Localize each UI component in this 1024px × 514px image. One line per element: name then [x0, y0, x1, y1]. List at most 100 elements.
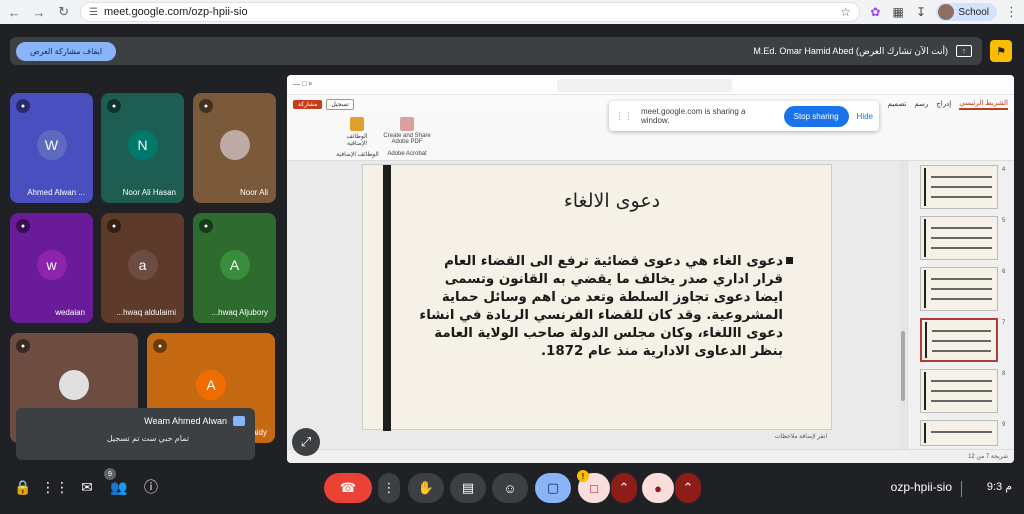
addins-icon	[350, 117, 364, 131]
forward-icon[interactable]: →	[31, 3, 48, 21]
site-info-icon[interactable]: ☰	[89, 7, 98, 18]
present-screen-button[interactable]: ▢	[535, 473, 571, 503]
stop-sharing-button[interactable]: Stop sharing	[783, 105, 849, 127]
presenter-text: M.Ed. Omar Hamid Abed (أنت الآن تشارك ال…	[753, 45, 948, 56]
slide-scrollbar-thumb[interactable]	[901, 331, 905, 401]
thumb-line	[931, 288, 992, 290]
notes-hint[interactable]: انقر لإضافة ملاحظات	[287, 430, 877, 444]
ppt-share-button[interactable]: مشاركة	[293, 99, 323, 109]
slide-counter: شريحة 7 من 12	[968, 454, 1008, 460]
participant-avatar: A	[196, 370, 226, 400]
participant-tile[interactable]: ● N Noor Ali Hasan	[101, 93, 184, 203]
leave-call-button[interactable]: ☎	[324, 473, 372, 503]
thumbnail-number: 4	[1002, 167, 1006, 173]
drag-handle-icon[interactable]: ⋮⋮	[615, 111, 633, 122]
slide-thumbnail[interactable]	[920, 369, 998, 413]
sharing-message: meet.google.com is sharing a window.	[641, 107, 746, 125]
slide-scrollbar[interactable]	[900, 161, 906, 449]
addins-button[interactable]: الوظائف الإضافية	[337, 117, 377, 147]
slide-thumbnails: 4 5 6 7 8 9	[907, 161, 1014, 449]
toast-message: تمام حبي ست تم تسجيل	[106, 434, 189, 443]
thumb-bar	[924, 219, 926, 257]
browser-menu-icon[interactable]: ⋮	[1005, 4, 1018, 20]
meet-controls: 🔒 ⋮⋮ ✉ 👥 9 ⓘ ☎ ⋮ ✋ ▤ ☺ ▢ □ ⌃ ● ⌃ ozp-hpi…	[0, 468, 1024, 514]
tab-design[interactable]: تصميم	[888, 100, 907, 108]
profile-avatar	[938, 4, 955, 20]
thumb-line	[931, 390, 992, 392]
thumbnail-number: 8	[1002, 371, 1006, 377]
thumb-line	[931, 186, 992, 188]
shared-screen: — □ × مشاركة تسجيل تصميم رسم إدراج الشري…	[287, 75, 1014, 463]
tab-insert[interactable]: إدراج	[936, 100, 951, 108]
slide-bullet	[786, 257, 793, 264]
people-count-badge: 9	[104, 468, 116, 480]
expand-icon[interactable]: ⤢	[292, 428, 320, 456]
participant-tile[interactable]: ● a ...hwaq aldulaimi	[101, 213, 184, 323]
chat-icon[interactable]: ✉	[76, 476, 98, 498]
adobe-pdf-button[interactable]: Create and Share Adobe PDF	[382, 117, 432, 145]
extension-icon[interactable]: ✿	[868, 4, 883, 20]
present-screen-icon: ↑	[956, 45, 972, 57]
more-options-icon[interactable]: ⋮	[378, 473, 400, 503]
tab-draw[interactable]: رسم	[914, 100, 928, 108]
participant-avatar	[59, 370, 89, 400]
thumb-line	[932, 340, 991, 342]
slide-thumbnail[interactable]	[920, 165, 998, 209]
stop-presenting-button[interactable]: ايقاف مشاركة العرض	[16, 41, 116, 61]
participant-tile[interactable]: ● w wedaian	[10, 213, 93, 323]
meet-notification-icon[interactable]: ⚑	[990, 40, 1012, 62]
participant-avatar: w	[36, 250, 67, 280]
reload-icon[interactable]: ↻	[55, 3, 72, 21]
slide-thumbnail[interactable]	[920, 216, 998, 260]
mic-off-icon: ●	[199, 219, 213, 233]
warning-badge: !	[577, 470, 589, 482]
camera-options-chevron-icon[interactable]: ⌃	[611, 473, 637, 503]
participant-name: Noor Ali	[239, 188, 268, 197]
ppt-workspace: دعوى الالغاء دعوى الغاء هي دعوى قضائية ت…	[287, 161, 1014, 449]
participant-tile[interactable]: ● W Ahmed Alwan ...	[10, 93, 93, 203]
current-slide[interactable]: دعوى الالغاء دعوى الغاء هي دعوى قضائية ت…	[362, 164, 832, 431]
mic-off-icon: ●	[153, 339, 167, 353]
meeting-clock: 9:3 م	[986, 481, 1012, 493]
mic-off-button[interactable]: ●	[642, 473, 674, 503]
download-icon[interactable]: ↧	[914, 4, 929, 20]
raise-hand-icon[interactable]: ✋	[408, 473, 444, 503]
profile-chip[interactable]: School	[936, 3, 997, 21]
slide-thumbnail[interactable]	[920, 267, 998, 311]
thumb-bar	[924, 270, 926, 308]
participant-name: ...hwaq Aljubory	[211, 308, 268, 317]
chat-notification[interactable]: Weam Ahmed Alwan تمام حبي ست تم تسجيل	[16, 408, 255, 460]
bookmark-star-icon[interactable]: ☆	[840, 5, 851, 19]
slide-title: دعوى الالغاء	[563, 190, 661, 212]
hide-button[interactable]: Hide	[857, 112, 873, 121]
ppt-statusbar: شريحة 7 من 12	[287, 449, 1014, 463]
ppt-record-button[interactable]: تسجيل	[326, 98, 354, 110]
thumb-line	[932, 350, 991, 352]
info-icon[interactable]: ⓘ	[140, 476, 162, 498]
participant-tile[interactable]: ● A ...hwaq Aljubory	[193, 213, 276, 323]
captions-icon[interactable]: ▤	[450, 473, 486, 503]
thumb-line	[931, 227, 992, 229]
thumb-line	[931, 237, 992, 239]
mic-options-chevron-icon[interactable]: ⌃	[675, 473, 701, 503]
puzzle-icon[interactable]: ▦	[891, 4, 906, 20]
divider	[961, 481, 962, 497]
slide-thumbnail[interactable]	[920, 420, 998, 446]
thumb-line	[931, 400, 992, 402]
participant-avatar: a	[127, 250, 158, 280]
tab-home[interactable]: الشريط الرئيسي	[959, 99, 1008, 110]
back-icon[interactable]: ←	[6, 3, 23, 21]
participant-tile[interactable]: ● Noor Ali	[193, 93, 276, 203]
ppt-search-box[interactable]	[557, 79, 732, 92]
host-controls-icon[interactable]: 🔒	[12, 476, 34, 498]
window-controls-icon[interactable]: — □ ×	[293, 81, 312, 88]
thumb-bar	[924, 423, 926, 443]
activities-icon[interactable]: ⋮⋮	[41, 476, 69, 498]
thumb-bar	[924, 372, 926, 410]
sharing-window-popup: ⋮⋮ meet.google.com is sharing a window. …	[609, 101, 879, 131]
addins-group-label: الوظائف الإضافية	[336, 152, 379, 158]
emoji-icon[interactable]: ☺	[492, 473, 528, 503]
slide-thumbnail-active[interactable]	[920, 318, 998, 362]
address-bar[interactable]: ☰ meet.google.com/ozp-hpii-sio ☆	[79, 2, 860, 22]
thumbnail-number: 5	[1002, 218, 1006, 224]
